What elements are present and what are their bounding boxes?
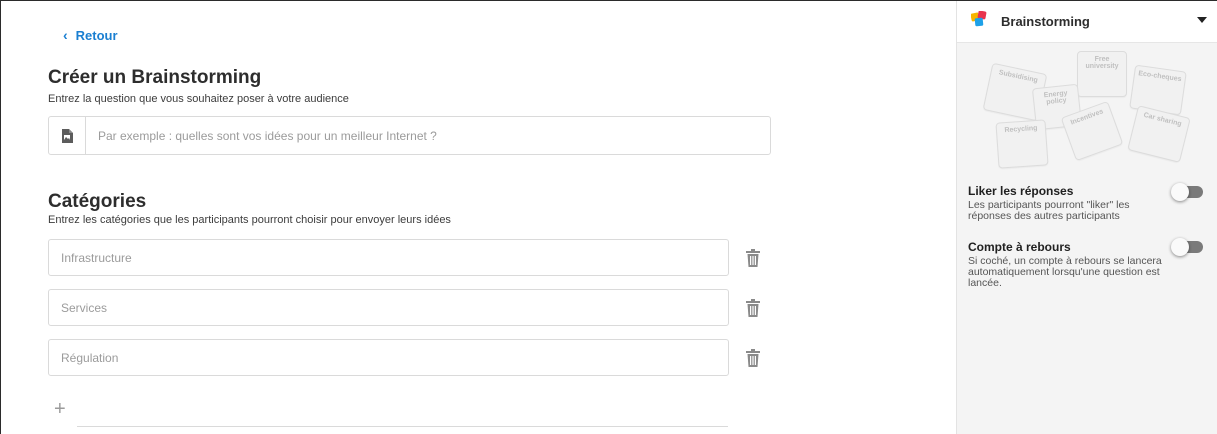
caret-down-icon[interactable]	[1197, 17, 1207, 23]
categories-subtitle: Entrez les catégories que les participan…	[48, 214, 451, 226]
toggle-knob	[1171, 183, 1189, 201]
sticky-note: Recycling	[995, 119, 1049, 169]
trash-icon[interactable]	[745, 349, 761, 367]
back-label: Retour	[75, 27, 118, 43]
new-category-input[interactable]	[77, 426, 728, 427]
activity-selector[interactable]: Brainstorming	[957, 1, 1217, 43]
question-input[interactable]: Par exemple : quelles sont vos idées pou…	[48, 116, 771, 155]
option-description: Les participants pourront "liker" les ré…	[968, 199, 1130, 222]
category-placeholder: Services	[61, 300, 108, 315]
brainstorming-illustration: Subsidising Free university Eco-cheques …	[982, 46, 1192, 176]
like-answers-toggle[interactable]	[1171, 183, 1203, 201]
categories-title: Catégories	[48, 191, 147, 212]
option-description: Si coché, un compte à rebours se lancera…	[968, 255, 1162, 289]
question-placeholder: Par exemple : quelles sont vos idées pou…	[98, 128, 437, 143]
trash-icon[interactable]	[745, 299, 761, 317]
question-subtitle: Entrez la question que vous souhaitez po…	[48, 93, 349, 105]
countdown-toggle[interactable]	[1171, 238, 1203, 256]
toggle-knob	[1171, 238, 1189, 256]
sticky-note: Free university	[1077, 51, 1127, 97]
app-logo-icon	[970, 10, 989, 32]
activity-name: Brainstorming	[1001, 14, 1090, 29]
app-window: ‹ Retour Créer un Brainstorming Entrez l…	[0, 0, 1217, 434]
category-input[interactable]: Services	[48, 289, 729, 326]
back-link[interactable]: ‹ Retour	[63, 27, 118, 43]
main-panel: ‹ Retour Créer un Brainstorming Entrez l…	[1, 1, 956, 434]
settings-sidebar: Brainstorming Subsidising Free universit…	[956, 1, 1217, 434]
category-placeholder: Infrastructure	[61, 250, 132, 265]
category-placeholder: Régulation	[61, 350, 119, 365]
chevron-left-icon: ‹	[63, 27, 68, 43]
trash-icon[interactable]	[745, 249, 761, 267]
question-title: Créer un Brainstorming	[48, 67, 262, 88]
category-input[interactable]: Régulation	[48, 339, 729, 376]
add-category-button[interactable]: +	[54, 399, 66, 419]
sticky-note: Car sharing	[1127, 105, 1191, 163]
category-input[interactable]: Infrastructure	[48, 239, 729, 276]
image-file-icon	[49, 117, 86, 154]
